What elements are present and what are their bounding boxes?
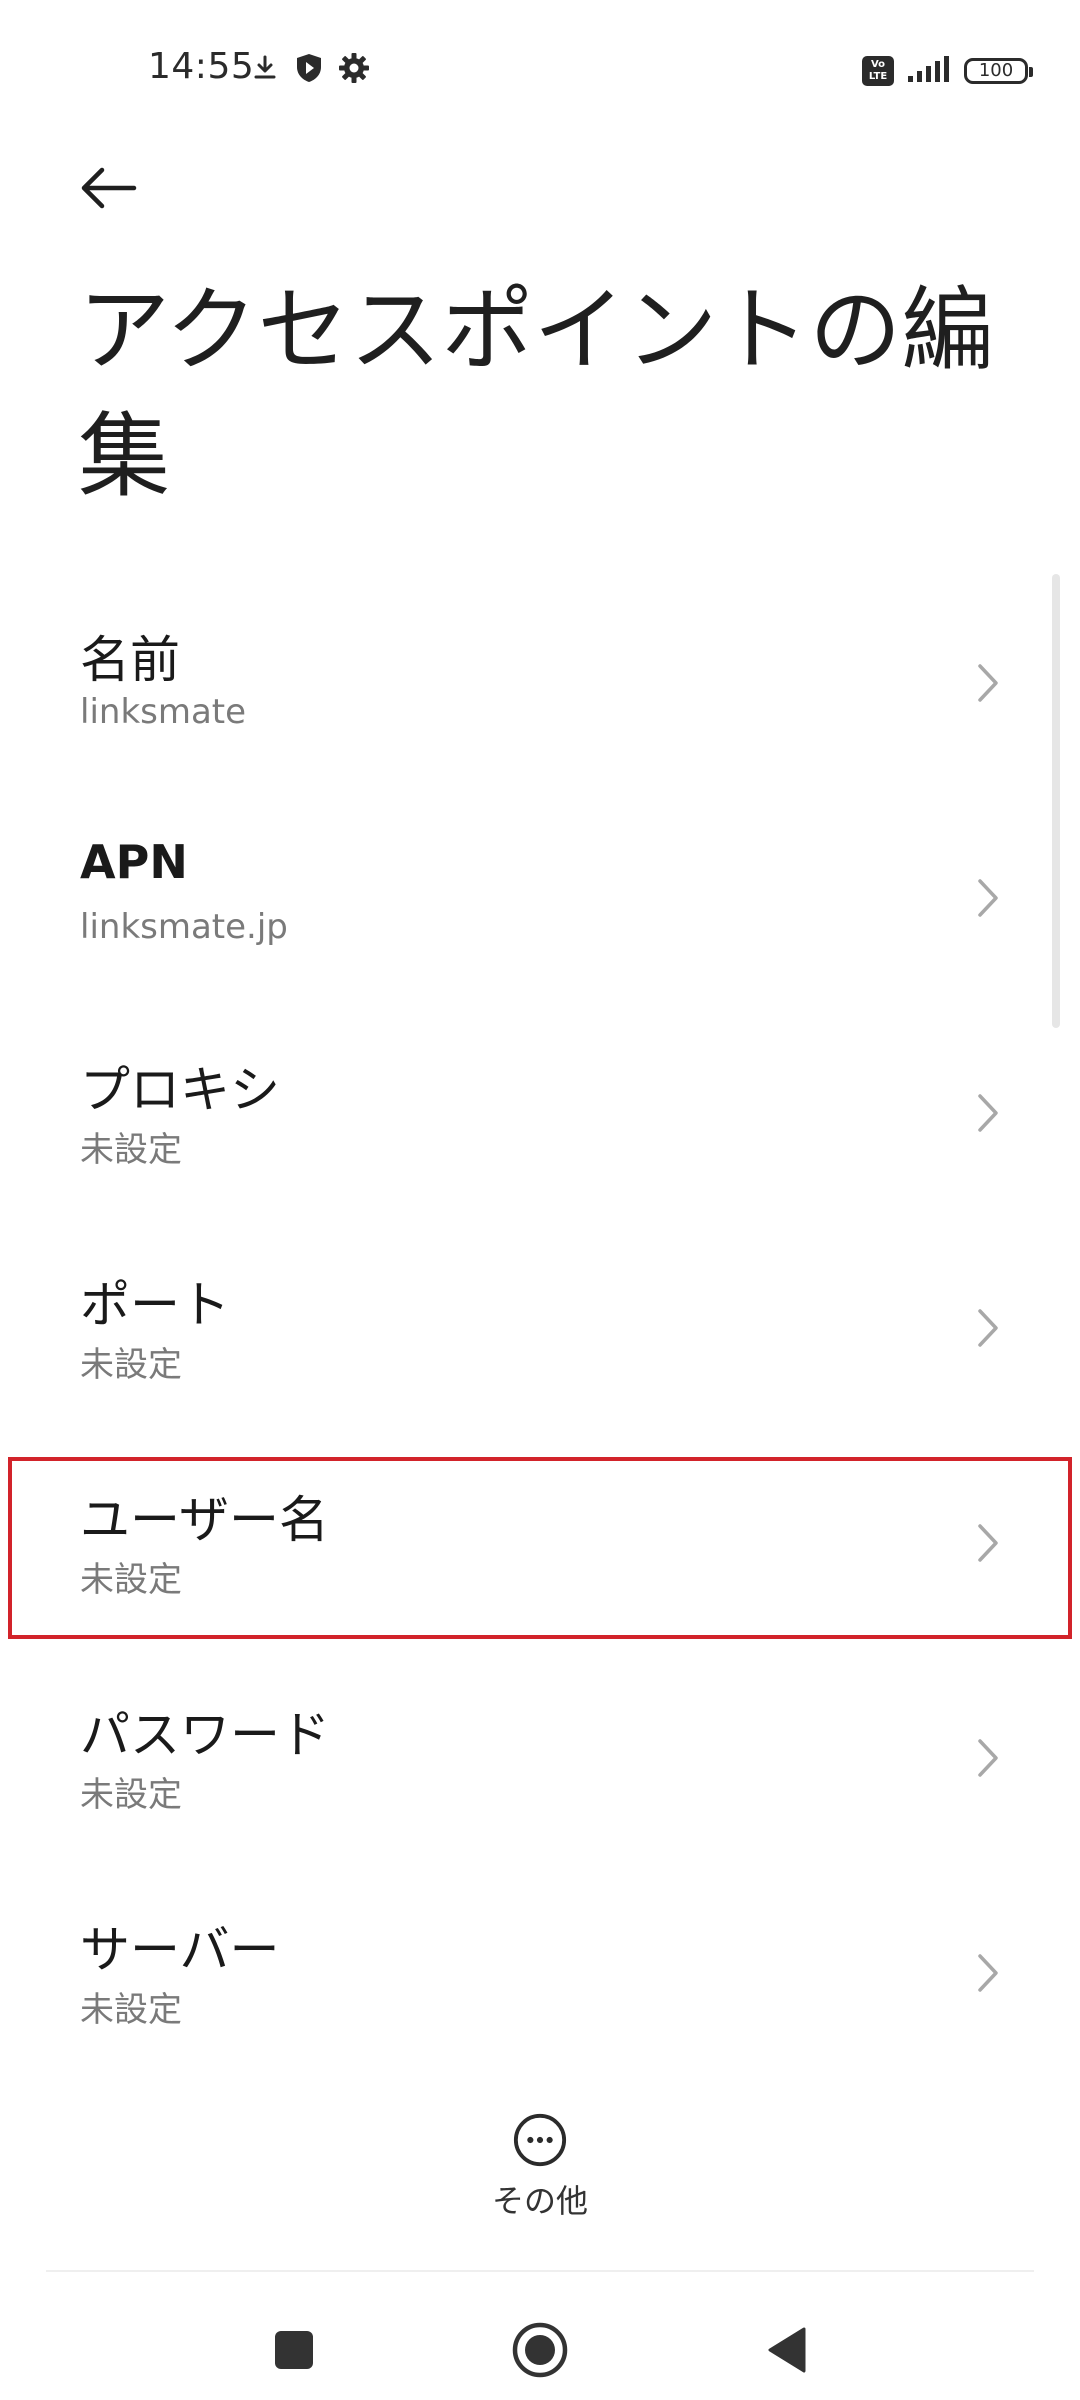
arrow-left-icon — [81, 167, 137, 209]
item-value: linksmate — [80, 692, 247, 732]
item-label: ユーザー名 — [80, 1491, 329, 1549]
item-value: 未設定 — [80, 1560, 182, 1600]
more-label: その他 — [491, 2182, 588, 2220]
volte-bottom-text: LTE — [868, 71, 888, 82]
chevron-right-icon — [978, 879, 998, 917]
item-label: プロキシ — [80, 1061, 280, 1119]
chevron-right-icon — [978, 1739, 998, 1777]
status-left-icons — [250, 52, 370, 88]
chevron-right-icon — [978, 1524, 998, 1562]
volte-top-text: Vo — [870, 59, 886, 70]
item-value: 未設定 — [80, 1775, 182, 1815]
settings-list: 名前 linksmate APN linksmate.jp プロキシ 未設定 ポ… — [0, 576, 1080, 2081]
item-value: 未設定 — [80, 1130, 182, 1170]
recents-button[interactable] — [254, 2310, 334, 2390]
screen: 14:55 Vo LTE 100 アクセスポイントの編集 名前 linksmat… — [0, 0, 1080, 2400]
item-label: サーバー — [80, 1921, 280, 1979]
home-circle-icon — [512, 2322, 568, 2378]
back-triangle-icon — [768, 2327, 806, 2373]
item-label: 名前 — [80, 631, 180, 689]
nav-back-button[interactable] — [746, 2310, 826, 2390]
settings-item-server[interactable]: サーバー 未設定 — [0, 1866, 1080, 2081]
chevron-right-icon — [978, 1954, 998, 1992]
settings-item-password[interactable]: パスワード 未設定 — [0, 1651, 1080, 1866]
volte-icon: Vo LTE — [862, 56, 894, 86]
status-right-icons: Vo LTE 100 — [862, 54, 1033, 88]
more-horizontal-icon — [513, 2113, 567, 2167]
more-button[interactable]: その他 — [470, 2112, 610, 2222]
battery-icon: 100 — [964, 58, 1033, 84]
gear-icon — [338, 52, 370, 88]
item-label: APN — [80, 835, 188, 889]
settings-item-port[interactable]: ポート 未設定 — [0, 1221, 1080, 1436]
settings-item-apn[interactable]: APN linksmate.jp — [0, 791, 1080, 1006]
status-time: 14:55 — [148, 46, 255, 87]
nav-bar — [0, 2290, 1080, 2400]
settings-item-username[interactable]: ユーザー名 未設定 — [0, 1436, 1080, 1651]
signal-icon — [906, 54, 952, 88]
home-button[interactable] — [500, 2310, 580, 2390]
download-icon — [250, 53, 280, 87]
settings-item-name[interactable]: 名前 linksmate — [0, 576, 1080, 791]
shield-play-icon — [294, 52, 324, 88]
chevron-right-icon — [978, 664, 998, 702]
item-value: 未設定 — [80, 1990, 182, 2030]
back-button[interactable] — [72, 152, 144, 224]
settings-item-proxy[interactable]: プロキシ 未設定 — [0, 1006, 1080, 1221]
item-value: linksmate.jp — [80, 907, 288, 947]
battery-level: 100 — [978, 60, 1014, 81]
item-label: パスワード — [80, 1706, 330, 1764]
chevron-right-icon — [978, 1309, 998, 1347]
divider — [46, 2270, 1034, 2272]
item-label: ポート — [80, 1276, 230, 1334]
recents-square-icon — [275, 2331, 313, 2369]
status-bar: 14:55 Vo LTE 100 — [0, 0, 1080, 140]
item-value: 未設定 — [80, 1345, 182, 1385]
chevron-right-icon — [978, 1094, 998, 1132]
page-title: アクセスポイントの編集 — [78, 277, 994, 510]
